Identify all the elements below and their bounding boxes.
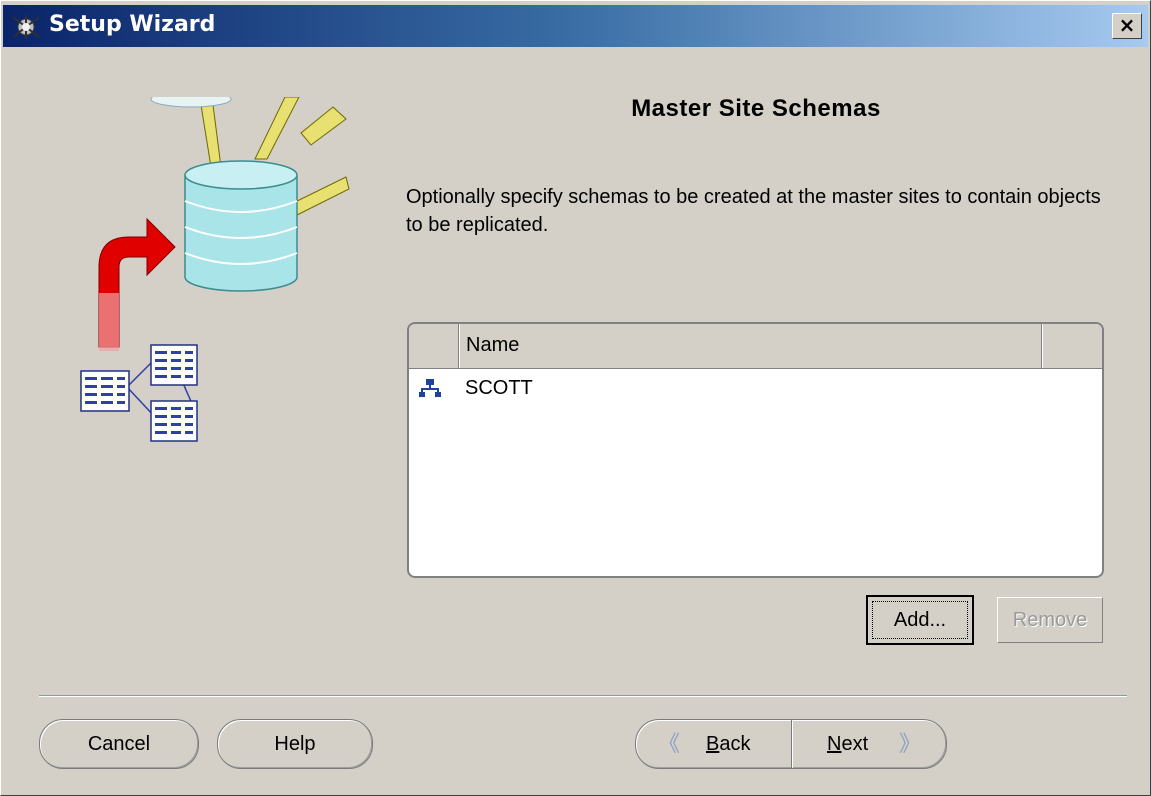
remove-button[interactable]: Remove (997, 597, 1103, 643)
chevron-left-icon: 《 (658, 731, 681, 756)
add-button[interactable]: Add... (866, 595, 974, 645)
back-label-rest: ack (719, 733, 751, 755)
column-header-filler (1042, 324, 1102, 368)
cancel-button[interactable]: Cancel (39, 719, 199, 769)
navigation-button-group: 《 Back Next 》 (635, 719, 947, 769)
window-title: Setup Wizard (49, 12, 216, 37)
replication-illustration (80, 97, 350, 442)
schema-name: SCOTT (465, 377, 533, 399)
top-node-ellipse (150, 97, 232, 108)
close-button[interactable]: × (1112, 13, 1142, 39)
next-button-label: Next (827, 720, 868, 768)
footer-separator (39, 695, 1127, 697)
back-mnemonic: B (706, 733, 720, 755)
wizard-icon (12, 15, 40, 39)
chevron-right-icon: 》 (899, 731, 922, 756)
setup-wizard-window: Setup Wizard × Master Site Schemas Optio… (0, 0, 1151, 796)
schema-list[interactable]: Name SCOTT (407, 322, 1104, 578)
column-header-name-label: Name (466, 334, 520, 356)
page-description: Optionally specify schemas to be created… (406, 186, 1101, 236)
page-title: Master Site Schemas (631, 95, 881, 122)
column-header-name[interactable]: Name (459, 324, 1042, 368)
table-row[interactable]: SCOTT (409, 370, 1102, 406)
title-bar[interactable]: Setup Wizard × (3, 5, 1148, 47)
column-header-icon[interactable] (409, 324, 459, 368)
help-button[interactable]: Help (217, 719, 373, 769)
next-label-rest: ext (841, 733, 869, 755)
back-button-label: Back (706, 720, 750, 768)
back-button[interactable]: 《 Back (636, 720, 791, 768)
next-button[interactable]: Next 》 (793, 720, 946, 768)
list-header: Name (409, 324, 1102, 369)
schema-icon (419, 379, 441, 397)
next-mnemonic: N (827, 733, 842, 755)
focus-rectangle (872, 601, 968, 639)
database-icon (184, 160, 298, 292)
red-arrow-icon (98, 217, 176, 351)
